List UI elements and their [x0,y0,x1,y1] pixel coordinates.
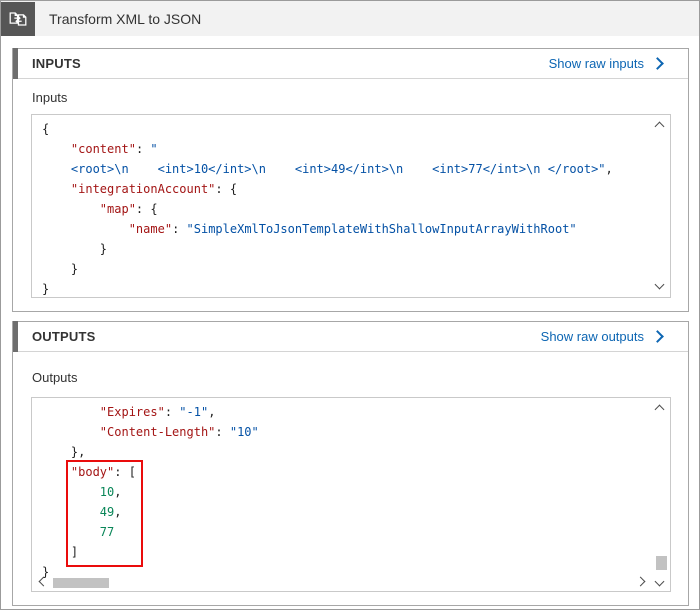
inputs-panel-header: INPUTS Show raw inputs [13,49,688,79]
code-line: { [42,119,660,139]
code-line: "Content-Length": "10" [42,422,660,442]
code-line: } [42,279,660,298]
code-line: "map": { [42,199,660,219]
inputs-field-label: Inputs [32,90,671,105]
vertical-scrollbar-thumb[interactable] [656,556,667,570]
inputs-code-editor[interactable]: { "content": " <root>\n <int>10</int>\n … [31,114,671,298]
horizontal-scrollbar-thumb[interactable] [53,578,109,588]
code-line: 77 [42,522,660,542]
outputs-section-title: OUTPUTS [32,329,96,344]
inputs-panel: INPUTS Show raw inputs Inputs { "content… [12,48,689,312]
outputs-panel-body: Outputs "Expires": "-1", "Content-Length… [13,352,688,592]
code-line: }, [42,442,660,462]
action-titlebar: Transform XML to JSON [1,1,699,36]
code-line: 49, [42,502,660,522]
code-line: } [42,259,660,279]
outputs-field-label: Outputs [32,370,671,385]
show-raw-inputs-label: Show raw inputs [549,56,644,71]
outputs-accent-bar [13,321,18,352]
run-details-window: Transform XML to JSON INPUTS Show raw in… [0,0,700,610]
inputs-panel-body: Inputs { "content": " <root>\n <int>10</… [13,79,688,298]
code-line: "name": "SimpleXmlToJsonTemplateWithShal… [42,219,660,239]
code-line: "body": [ [42,462,660,482]
chevron-right-icon [651,330,664,343]
outputs-panel: OUTPUTS Show raw outputs Outputs "Expire… [12,321,689,606]
action-title: Transform XML to JSON [49,11,201,27]
code-line: "integrationAccount": { [42,179,660,199]
show-raw-outputs-label: Show raw outputs [541,329,644,344]
show-raw-inputs-link[interactable]: Show raw inputs [549,56,664,71]
transform-pages-glyph [7,8,29,30]
code-line: } [42,239,660,259]
code-line: "Expires": "-1", [42,402,660,422]
code-line: } [42,562,660,582]
code-line: ] [42,542,660,562]
code-line: 10, [42,482,660,502]
outputs-code-editor[interactable]: "Expires": "-1", "Content-Length": "10" … [31,397,671,592]
transform-xml-to-json-icon [1,2,35,36]
inputs-json-code: { "content": " <root>\n <int>10</int>\n … [32,115,670,298]
show-raw-outputs-link[interactable]: Show raw outputs [541,329,664,344]
outputs-json-code: "Expires": "-1", "Content-Length": "10" … [32,398,670,586]
inputs-accent-bar [13,48,18,79]
code-line: "content": " [42,139,660,159]
outputs-panel-header: OUTPUTS Show raw outputs [13,322,688,352]
code-line: <root>\n <int>10</int>\n <int>49</int>\n… [42,159,660,179]
chevron-right-icon [651,57,664,70]
inputs-section-title: INPUTS [32,56,81,71]
